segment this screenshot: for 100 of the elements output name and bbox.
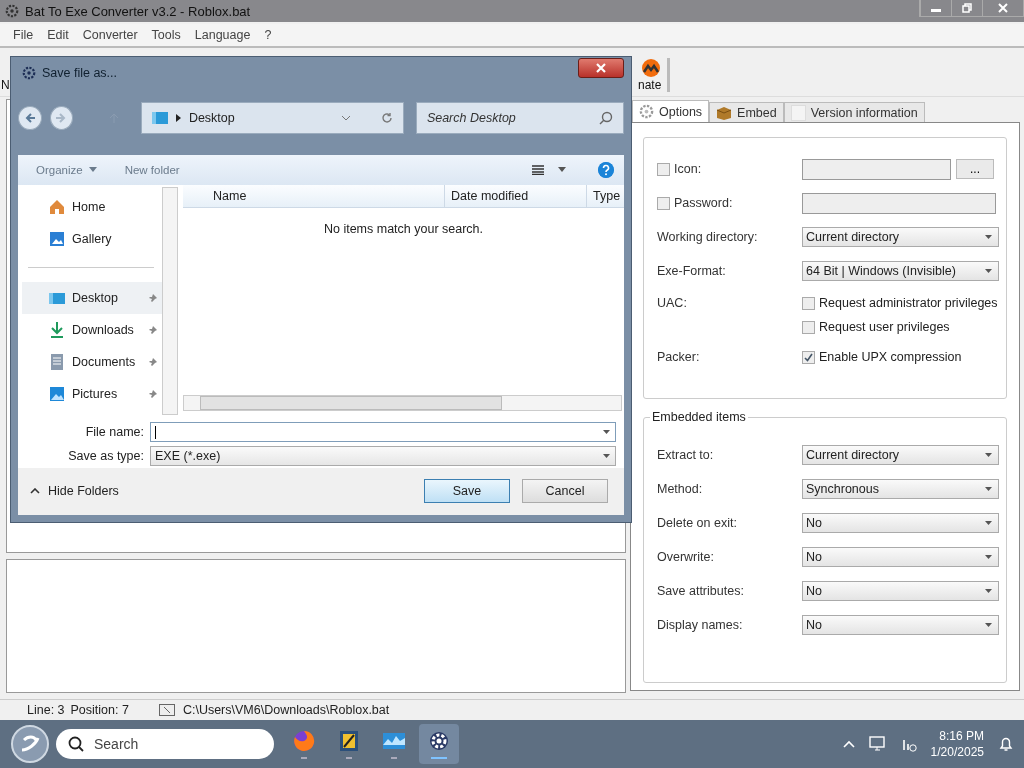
box-icon xyxy=(716,105,733,120)
nav-item[interactable]: Documents xyxy=(22,345,162,378)
nav-item[interactable]: Pictures xyxy=(22,377,162,410)
option-label: Working directory: xyxy=(657,230,758,244)
line-indicator: Line: 3 xyxy=(27,703,65,717)
caret-icon xyxy=(985,521,992,525)
empty-message: No items match your search. xyxy=(323,221,484,236)
window-title: Bat To Exe Converter v3.2 - Roblox.bat xyxy=(25,3,252,19)
search-icon xyxy=(68,736,84,752)
nav-item[interactable]: Gallery xyxy=(22,222,162,255)
checkbox[interactable] xyxy=(657,162,670,176)
dropdown[interactable]: No xyxy=(802,581,999,601)
clock[interactable]: 8:16 PM 1/20/2025 xyxy=(930,728,984,760)
close-icon xyxy=(596,63,606,73)
home-icon xyxy=(48,197,66,216)
toolbar-label[interactable]: nate xyxy=(638,78,662,92)
dropdown[interactable]: EXE (*.exe) xyxy=(150,446,616,466)
download-icon xyxy=(48,320,66,339)
forward-button[interactable] xyxy=(49,106,74,130)
checkbox-label: Request administrator privileges xyxy=(819,296,998,310)
dropdown[interactable]: Current directory xyxy=(802,227,999,247)
checkbox[interactable] xyxy=(802,296,815,310)
address-bar[interactable]: Desktop xyxy=(140,102,404,134)
gallery-icon xyxy=(48,229,66,248)
option-label: Extract to: xyxy=(657,448,714,462)
scrollbar[interactable] xyxy=(183,394,622,411)
checkbox[interactable] xyxy=(802,320,815,334)
dropdown[interactable]: No xyxy=(802,615,999,635)
caret-icon xyxy=(88,167,97,173)
file-icon xyxy=(158,704,175,716)
menu-item[interactable]: ? xyxy=(257,28,279,42)
caret-icon xyxy=(603,454,610,458)
chevron-up-icon xyxy=(30,488,40,495)
dropdown[interactable]: No xyxy=(802,513,999,533)
tab[interactable]: Options xyxy=(632,100,710,122)
scrollbar[interactable] xyxy=(162,186,178,415)
dropdown[interactable]: Synchronous xyxy=(802,479,999,499)
pictures-icon xyxy=(48,384,66,403)
column-header[interactable]: Type xyxy=(587,184,624,207)
menu-item[interactable]: Tools xyxy=(144,28,188,42)
browser-icon[interactable] xyxy=(292,729,316,753)
dialog-button[interactable]: Cancel xyxy=(522,479,608,504)
document-icon xyxy=(48,352,66,371)
browse-button[interactable]: ... xyxy=(956,159,994,179)
dialog-title: Save file as... xyxy=(42,66,119,80)
nav-item[interactable]: Home xyxy=(22,190,162,223)
start-icon[interactable] xyxy=(10,724,50,764)
nav-item[interactable]: Desktop xyxy=(22,281,162,314)
caret-icon xyxy=(985,269,992,273)
search-field[interactable]: Search xyxy=(56,729,274,759)
editor-icon[interactable] xyxy=(337,729,361,753)
caret-icon xyxy=(985,555,992,559)
view-menu-icon[interactable] xyxy=(532,164,544,175)
text-field[interactable] xyxy=(802,192,996,214)
menu-item[interactable]: Converter xyxy=(75,28,145,42)
menu-item[interactable]: File xyxy=(6,28,41,42)
column-header[interactable]: Name xyxy=(183,184,445,207)
checkbox[interactable] xyxy=(657,196,670,210)
option-label: Overwrite: xyxy=(657,550,714,564)
chevron-up-icon[interactable] xyxy=(842,740,855,748)
checkbox[interactable] xyxy=(802,350,815,364)
desktop-icon xyxy=(151,112,168,124)
dropdown[interactable]: No xyxy=(802,547,999,567)
help-icon[interactable] xyxy=(598,161,614,178)
monitor-icon[interactable] xyxy=(868,736,887,752)
field-label: File name: xyxy=(84,425,145,440)
group-title: Embedded items xyxy=(650,410,748,424)
chevron-down-icon xyxy=(340,115,351,121)
new-folder-button[interactable]: New folder xyxy=(124,163,180,176)
back-button[interactable] xyxy=(18,106,42,130)
notification-icon[interactable] xyxy=(998,736,1014,752)
restore-icon xyxy=(962,3,972,13)
hide-folders-button[interactable]: Hide Folders xyxy=(30,484,119,499)
caret-icon xyxy=(985,453,992,457)
organize-menu[interactable]: Organize xyxy=(36,163,97,176)
dialog-button[interactable]: Save xyxy=(424,479,510,504)
file-path: C:\Users\VM6\Downloads\Roblox.bat xyxy=(182,703,390,717)
menu-item[interactable]: Edit xyxy=(40,28,76,42)
close-button[interactable] xyxy=(578,58,624,78)
tab[interactable]: Embed xyxy=(709,102,784,122)
caret-icon xyxy=(985,589,992,593)
column-header[interactable]: Date modified xyxy=(445,184,587,207)
taskbar-app[interactable] xyxy=(419,724,459,764)
tab[interactable]: Version information xyxy=(783,102,925,122)
caret-icon xyxy=(985,487,992,491)
menu-item[interactable]: Language xyxy=(187,28,258,42)
toolbar-label[interactable]: N xyxy=(1,78,10,92)
checkbox-label: Request user privileges xyxy=(819,320,950,334)
checkbox-label: Enable UPX compression xyxy=(819,350,962,364)
caret-icon[interactable] xyxy=(558,167,566,173)
text-field[interactable] xyxy=(802,158,951,180)
dropdown[interactable]: Current directory xyxy=(802,445,999,465)
search-field[interactable]: Search Desktop xyxy=(415,102,624,134)
gear-icon xyxy=(639,104,654,119)
option-label: Exe-Format: xyxy=(657,264,726,278)
file-name-field[interactable] xyxy=(150,422,616,443)
gear-icon[interactable] xyxy=(427,729,451,753)
position-indicator: Position: 7 xyxy=(70,703,129,717)
nav-item[interactable]: Downloads xyxy=(22,313,162,346)
dropdown[interactable]: 64 Bit | Windows (Invisible) xyxy=(802,261,999,281)
